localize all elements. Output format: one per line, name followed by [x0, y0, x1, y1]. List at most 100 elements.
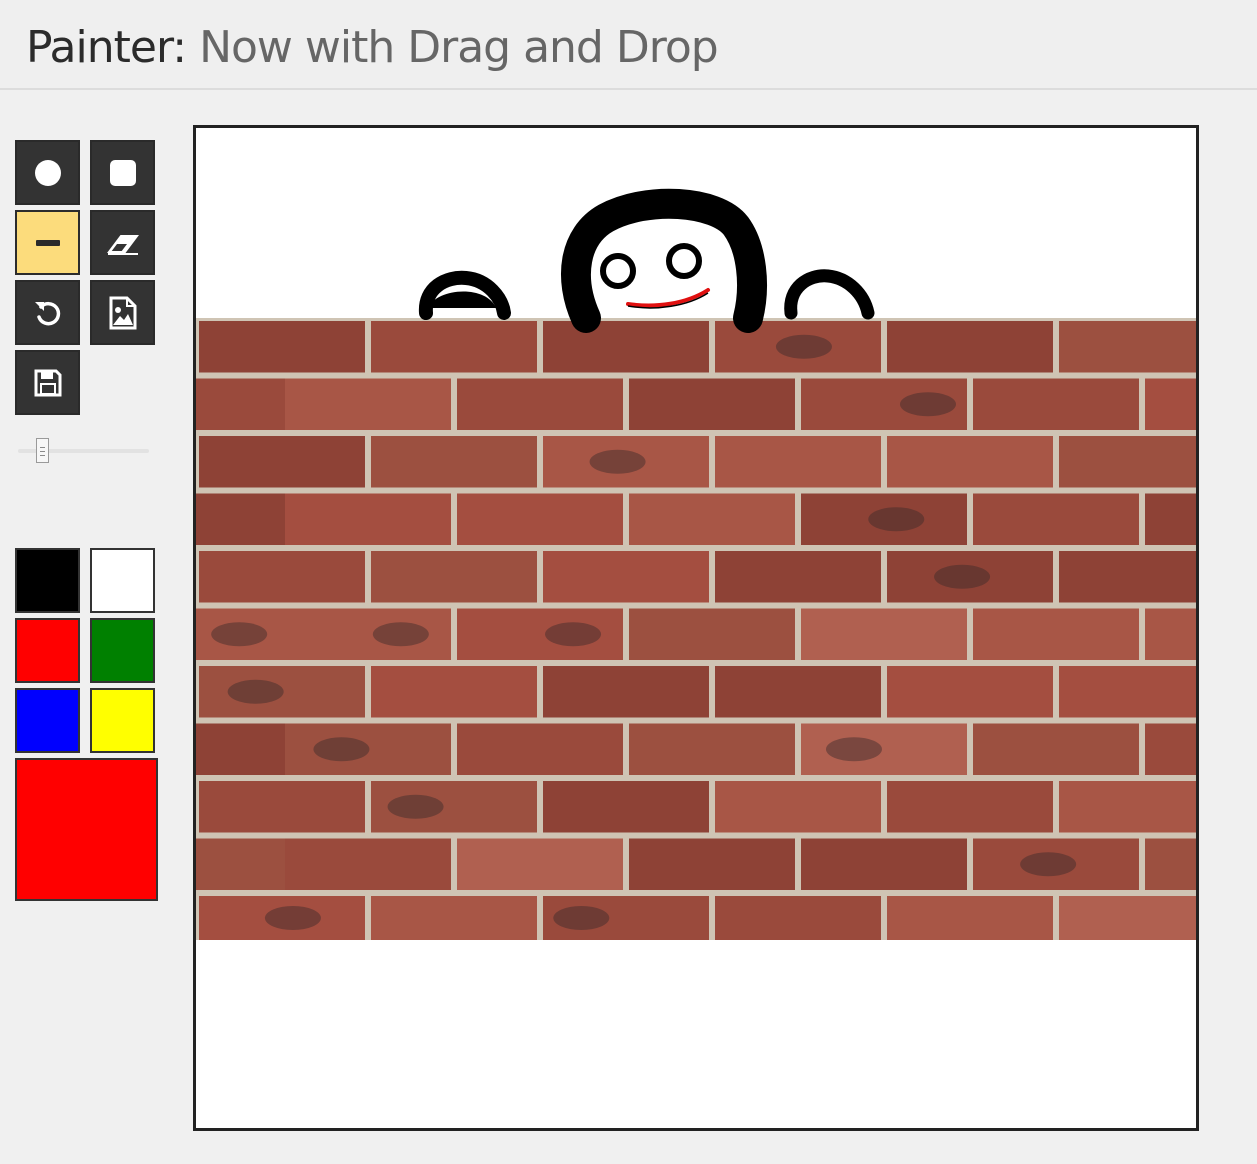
brick — [715, 666, 881, 718]
brick — [1059, 551, 1196, 603]
load-image-button[interactable] — [90, 280, 155, 345]
brick — [1059, 321, 1196, 373]
brick — [199, 436, 365, 488]
app-header: Painter: Now with Drag and Drop — [0, 0, 1257, 90]
brick — [285, 838, 451, 890]
brick — [457, 493, 623, 545]
eraser-button[interactable] — [90, 210, 155, 275]
circle-icon — [34, 159, 61, 186]
brick — [715, 896, 881, 940]
brick — [1145, 723, 1196, 775]
brick-soot — [211, 622, 268, 647]
brick — [973, 493, 1139, 545]
brick — [887, 666, 1053, 718]
page-title: Painter: Now with Drag and Drop — [26, 20, 719, 76]
right-hand-stroke — [784, 269, 875, 320]
brick — [1145, 838, 1196, 890]
brick — [1145, 378, 1196, 430]
brick — [1059, 436, 1196, 488]
brick-soot — [899, 392, 956, 417]
brick — [801, 723, 967, 775]
brick — [457, 838, 623, 890]
brick-soot — [545, 622, 602, 647]
brick — [1059, 781, 1196, 833]
brick — [801, 608, 967, 660]
color-swatch-black[interactable] — [15, 548, 80, 613]
brick — [371, 436, 537, 488]
brick — [543, 666, 709, 718]
brick-soot — [775, 334, 832, 359]
brick — [887, 436, 1053, 488]
brick — [199, 321, 365, 373]
brick — [629, 723, 795, 775]
brick — [543, 551, 709, 603]
brick-soot — [1020, 852, 1077, 877]
brick — [973, 608, 1139, 660]
undo-icon — [34, 301, 60, 325]
brick — [285, 378, 451, 430]
brick-soot — [264, 906, 321, 930]
brick-soot — [825, 737, 882, 762]
canvas-drawing — [196, 188, 1196, 940]
brick-soot — [387, 794, 444, 819]
square-icon — [109, 159, 136, 186]
current-color-preview — [15, 758, 158, 901]
left-eye — [600, 253, 636, 289]
brick — [371, 321, 537, 373]
color-swatch-blue[interactable] — [15, 688, 80, 753]
brick-soot — [589, 449, 646, 474]
square-brush-button[interactable] — [90, 140, 155, 205]
color-swatch-yellow[interactable] — [90, 688, 155, 753]
brick — [973, 723, 1139, 775]
brick — [887, 781, 1053, 833]
brick — [1059, 666, 1196, 718]
color-swatch-red[interactable] — [15, 618, 80, 683]
eraser-icon — [106, 234, 139, 255]
brick — [629, 378, 795, 430]
save-button[interactable] — [15, 350, 80, 415]
brick — [199, 551, 365, 603]
drawing-canvas[interactable] — [193, 125, 1199, 1131]
line-tool-button[interactable] — [15, 210, 80, 275]
brick-soot — [313, 737, 370, 762]
minus-icon — [35, 239, 60, 246]
brick-soot — [868, 507, 925, 532]
brick — [371, 896, 537, 940]
brick — [199, 781, 365, 833]
brick-soot — [553, 906, 610, 930]
brick — [457, 723, 623, 775]
brick-wall-image — [196, 318, 1196, 940]
brick-soot — [934, 564, 991, 589]
brick — [887, 321, 1053, 373]
brick — [887, 896, 1053, 940]
brick — [285, 493, 451, 545]
brick-soot — [372, 622, 429, 647]
circle-brush-button[interactable] — [15, 140, 80, 205]
page-subtitle: Now with Drag and Drop — [199, 22, 719, 73]
brick — [1059, 896, 1196, 940]
brick — [1145, 493, 1196, 545]
brick — [629, 493, 795, 545]
brick — [371, 551, 537, 603]
right-eye — [666, 243, 702, 279]
brick — [801, 838, 967, 890]
brick — [715, 436, 881, 488]
peeking-figure-drawing — [418, 188, 875, 333]
brick — [973, 378, 1139, 430]
app-name: Painter: — [26, 22, 187, 73]
brick-soot — [227, 679, 284, 704]
brick — [543, 321, 709, 373]
slider-thumb[interactable] — [36, 438, 49, 463]
color-swatch-green[interactable] — [90, 618, 155, 683]
head-stroke — [561, 188, 767, 333]
color-swatch-white[interactable] — [90, 548, 155, 613]
brick — [715, 781, 881, 833]
brick — [457, 378, 623, 430]
brick — [543, 781, 709, 833]
brush-size-slider[interactable] — [18, 438, 149, 464]
image-file-icon — [109, 296, 136, 329]
undo-button[interactable] — [15, 280, 80, 345]
brick — [629, 608, 795, 660]
brick — [1145, 608, 1196, 660]
brick — [715, 551, 881, 603]
